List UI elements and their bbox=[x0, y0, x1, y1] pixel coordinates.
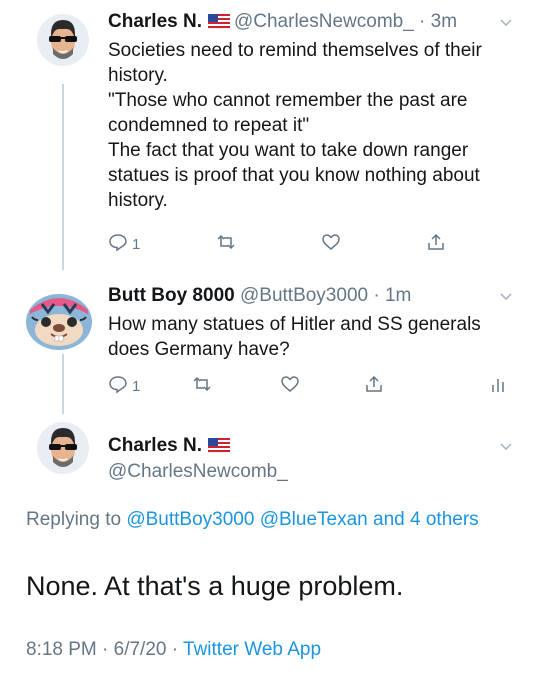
user-handle[interactable]: @CharlesNewcomb_ bbox=[108, 460, 288, 484]
tweet-actions: 1 bbox=[108, 232, 444, 256]
us-flag-icon bbox=[207, 436, 231, 460]
share-icon bbox=[426, 232, 446, 256]
chevron-down-icon[interactable] bbox=[498, 14, 514, 30]
like-button[interactable] bbox=[280, 374, 300, 398]
display-name[interactable]: Charles N. bbox=[108, 435, 202, 456]
analytics-icon bbox=[488, 374, 508, 398]
avatar[interactable] bbox=[24, 284, 94, 354]
chevron-down-icon[interactable] bbox=[498, 288, 514, 304]
like-button[interactable] bbox=[321, 232, 341, 256]
tweet-header: Butt Boy 8000 @ButtBoy3000 · 1m bbox=[108, 285, 412, 306]
retweet-icon bbox=[216, 232, 236, 256]
thread-line bbox=[62, 352, 64, 414]
reply-button[interactable]: 1 bbox=[108, 232, 140, 256]
display-name[interactable]: Butt Boy 8000 bbox=[108, 285, 235, 306]
tweet-actions: 1 bbox=[108, 374, 508, 398]
retweet-button[interactable] bbox=[216, 232, 236, 256]
timestamp[interactable]: 8:18 PM · 6/7/20 · bbox=[26, 639, 178, 660]
reply-icon bbox=[108, 232, 128, 256]
tweet-header: Charles N. @CharlesNewcomb_ · 3m bbox=[108, 10, 457, 36]
avatar[interactable] bbox=[37, 422, 89, 474]
reply-count: 1 bbox=[132, 235, 141, 253]
share-icon bbox=[364, 374, 384, 398]
reply-count: 1 bbox=[132, 377, 141, 395]
share-button[interactable] bbox=[426, 232, 446, 256]
replying-to: Replying to @ButtBoy3000 @BlueTexan and … bbox=[26, 506, 496, 534]
share-button[interactable] bbox=[364, 374, 384, 398]
tweet-footer: 8:18 PM · 6/7/20 · Twitter Web App bbox=[26, 638, 321, 662]
tweet-time[interactable]: 3m bbox=[431, 11, 457, 32]
user-handle[interactable]: @CharlesNewcomb_ bbox=[234, 11, 414, 32]
analytics-button[interactable] bbox=[488, 374, 508, 398]
reply-icon bbox=[108, 374, 128, 398]
avatar[interactable] bbox=[37, 14, 89, 66]
retweet-button[interactable] bbox=[192, 374, 212, 398]
tweet-text: How many statues of Hitler and SS genera… bbox=[108, 314, 481, 360]
us-flag-icon bbox=[207, 12, 231, 36]
reply-button[interactable]: 1 bbox=[108, 374, 140, 398]
user-handle[interactable]: @ButtBoy3000 bbox=[240, 285, 368, 306]
tweet-header: Charles N. bbox=[108, 434, 234, 460]
mention-link[interactable]: @ButtBoy3000 bbox=[126, 509, 254, 530]
more-mentions-link[interactable]: and 4 others bbox=[373, 509, 479, 530]
like-icon bbox=[321, 232, 341, 256]
like-icon bbox=[280, 374, 300, 398]
tweet-text: None. At that's a huge problem. bbox=[26, 571, 404, 601]
display-name[interactable]: Charles N. bbox=[108, 11, 202, 32]
thread-line bbox=[62, 84, 64, 270]
chevron-down-icon[interactable] bbox=[498, 438, 514, 454]
tweet-time[interactable]: 1m bbox=[385, 285, 411, 306]
client-link[interactable]: Twitter Web App bbox=[183, 639, 321, 660]
replying-label: Replying to bbox=[26, 509, 122, 530]
tweet-text: Societies need to remind themselves of t… bbox=[108, 40, 482, 211]
mention-link[interactable]: @BlueTexan bbox=[260, 509, 368, 530]
retweet-icon bbox=[192, 374, 212, 398]
